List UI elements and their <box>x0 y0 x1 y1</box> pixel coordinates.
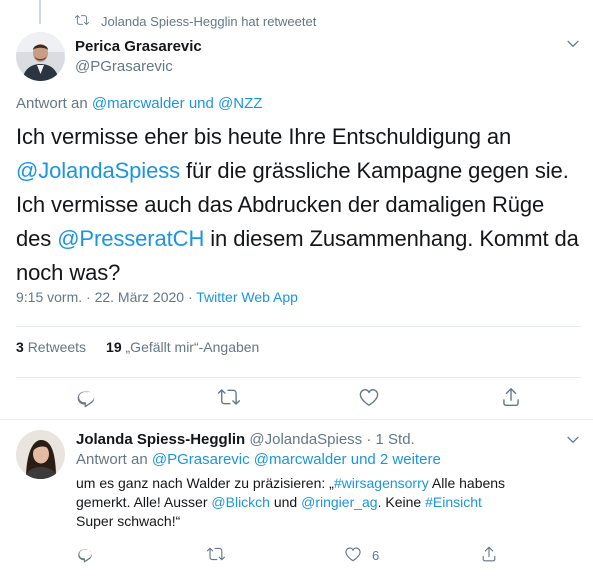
tweet-text: Ich vermisse eher bis heute Ihre Entschu… <box>16 120 581 290</box>
reply-timestamp[interactable]: 1 Std. <box>376 431 415 448</box>
tweet-meta: 9:15 vorm. · 22. März 2020 · Twitter Web… <box>16 288 298 306</box>
mention-blickch[interactable]: @Blickch <box>211 494 270 510</box>
retweet-icon[interactable] <box>217 386 240 408</box>
retweet-icon <box>74 13 89 30</box>
retweet-icon[interactable] <box>207 545 225 563</box>
retweet-context: Jolanda Spiess-Hegglin hat retweetet <box>74 12 316 30</box>
reply-author-line: Jolanda Spiess-Hegglin @JolandaSpiess · … <box>76 430 581 450</box>
share-icon[interactable] <box>480 545 498 563</box>
reply-icon[interactable] <box>76 545 94 563</box>
thread-connector-line <box>39 0 41 24</box>
reply-author-name[interactable]: Jolanda Spiess-Hegglin <box>76 431 245 448</box>
tweet-source[interactable]: Twitter Web App <box>196 289 298 305</box>
reply-prefix: Antwort an <box>16 95 88 112</box>
heart-icon[interactable] <box>358 386 380 408</box>
retweets-stat[interactable]: 3 Retweets <box>16 339 86 355</box>
reply-text-part-5: Super schwach!“ <box>76 513 181 529</box>
mention-presseratch[interactable]: @PresseratCH <box>57 226 204 251</box>
reply-context: Antwort an @PGrasarevic @marcwalder und … <box>76 450 581 470</box>
likes-stat[interactable]: 19 „Gefällt mir“-Angaben <box>106 339 259 355</box>
reply-author-handle[interactable]: @JolandaSpiess <box>249 431 362 448</box>
mention-jolandaspiess[interactable]: @JolandaSpiess <box>16 158 180 183</box>
hashtag-einsicht[interactable]: #Einsicht <box>425 494 482 510</box>
chevron-down-icon[interactable] <box>565 36 581 52</box>
chevron-down-icon[interactable] <box>565 432 581 448</box>
avatar[interactable] <box>16 32 65 81</box>
reply-mention-nzz[interactable]: @NZZ <box>218 95 262 112</box>
tweet-author[interactable]: Perica Grasarevic @PGrasarevic <box>16 32 581 84</box>
reply-actions: 6 <box>76 545 526 565</box>
mention-ringier-ag[interactable]: @ringier_ag <box>301 494 377 510</box>
divider <box>0 419 593 420</box>
like-control[interactable]: 6 <box>344 545 379 566</box>
tweet-timestamp[interactable]: 9:15 vorm. · 22. März 2020 · <box>16 289 193 305</box>
retweet-context-label[interactable]: Jolanda Spiess-Hegglin hat retweetet <box>101 14 316 29</box>
reply-mentions[interactable]: @PGrasarevic @marcwalder und 2 weitere <box>152 451 441 468</box>
retweets-label: Retweets <box>27 339 87 355</box>
main-tweet: Perica Grasarevic @PGrasarevic Antwort a… <box>16 32 581 305</box>
likes-count: 19 <box>106 339 122 355</box>
divider <box>16 326 581 327</box>
reply-context: Antwort an @marcwalder und @NZZ <box>16 94 262 114</box>
retweets-count: 3 <box>16 339 24 355</box>
author-handle[interactable]: @PGrasarevic <box>75 57 202 77</box>
reply-text: um es ganz nach Walder zu präzisieren: „… <box>76 474 521 531</box>
reply-mention-marcwalder[interactable]: @marcwalder <box>92 95 185 112</box>
reply-and[interactable]: und <box>189 95 214 112</box>
tweet-actions <box>0 386 593 408</box>
avatar[interactable] <box>16 430 65 479</box>
reply-icon[interactable] <box>75 386 97 408</box>
reply-text-part-1: um es ganz nach Walder zu präzisieren: „ <box>76 475 334 491</box>
reply-separator: · <box>366 431 372 448</box>
like-count: 6 <box>372 548 380 563</box>
reply-text-part-4: . Keine <box>377 494 422 510</box>
author-display-name[interactable]: Perica Grasarevic <box>75 37 202 57</box>
reply-prefix: Antwort an <box>76 451 148 468</box>
reply-text-part-3: und <box>273 494 298 510</box>
tweet-stats: 3 Retweets 19 „Gefällt mir“-Angaben <box>16 339 259 355</box>
divider <box>16 377 581 378</box>
tweet-text-part-1: Ich vermisse eher bis heute Ihre Entschu… <box>16 124 512 149</box>
heart-icon[interactable] <box>344 545 362 566</box>
share-icon[interactable] <box>500 386 522 408</box>
likes-label: „Gefällt mir“-Angaben <box>125 339 260 355</box>
hashtag-wirsagensorry[interactable]: #wirsagensorry <box>334 475 429 491</box>
